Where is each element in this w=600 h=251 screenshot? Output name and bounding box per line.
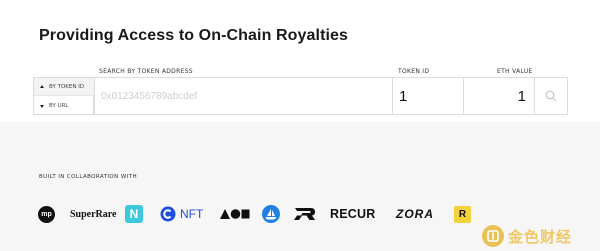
r-square-logo[interactable]: R (454, 200, 471, 228)
nifty-gateway-icon: N (125, 205, 143, 223)
rarible-r-icon (294, 208, 315, 220)
token-address-input[interactable] (95, 78, 392, 114)
eth-value-field[interactable]: 1 (463, 77, 535, 115)
address-label: SEARCH BY TOKEN ADDRESS (99, 68, 193, 75)
zora-wordmark: ZORA (396, 207, 434, 221)
rarible-logo[interactable] (294, 200, 316, 228)
superrare-wordmark: SuperRare (70, 208, 117, 220)
search-mode-toggle: BY TOKEN ID BY URL (33, 77, 94, 115)
eth-value: 1 (517, 88, 526, 105)
search-icon (545, 90, 557, 102)
watermark: 金色财经 (482, 225, 572, 247)
mode-by-token-id[interactable]: BY TOKEN ID (34, 78, 94, 96)
mp-circle-icon: mp (38, 205, 55, 223)
search-button[interactable] (534, 77, 568, 115)
recur-logo[interactable]: RECUR (330, 200, 375, 228)
watermark-text: 金色财经 (508, 227, 573, 246)
superrare-logo[interactable]: SuperRare (70, 200, 116, 228)
shapes-logo[interactable] (220, 200, 250, 228)
collaboration-heading: BUILT IN COLLABORATION WITH (39, 174, 137, 180)
zora-logo[interactable]: ZORA (396, 200, 434, 228)
caret-down-icon (40, 104, 44, 108)
opensea-boat-icon (262, 205, 280, 223)
mp-logo[interactable]: mp (38, 200, 55, 228)
c-nft-logo[interactable]: NFT (160, 200, 203, 228)
opensea-logo[interactable] (262, 200, 280, 228)
nft-wordmark: NFT (180, 207, 204, 221)
recur-wordmark: RECUR (330, 207, 376, 221)
royalty-search-form: SEARCH BY TOKEN ADDRESS TOKEN ID ETH VAL… (0, 0, 600, 122)
coin-logo-icon (482, 225, 504, 247)
address-field (94, 77, 393, 115)
token-id-field[interactable]: 1 (392, 77, 464, 115)
token-id-value: 1 (399, 88, 408, 105)
nifty-gateway-logo[interactable]: N (125, 200, 143, 228)
mode-label: BY URL (49, 103, 69, 109)
triangle-circle-square-icon (220, 209, 250, 219)
token-id-label: TOKEN ID (398, 68, 430, 75)
caret-up-icon (40, 85, 44, 88)
c-nft-icon (160, 206, 176, 222)
eth-value-label: ETH VALUE (497, 68, 533, 75)
mode-label: BY TOKEN ID (49, 83, 85, 90)
yellow-r-square-icon: R (454, 205, 471, 223)
mode-by-url[interactable]: BY URL (34, 97, 94, 115)
